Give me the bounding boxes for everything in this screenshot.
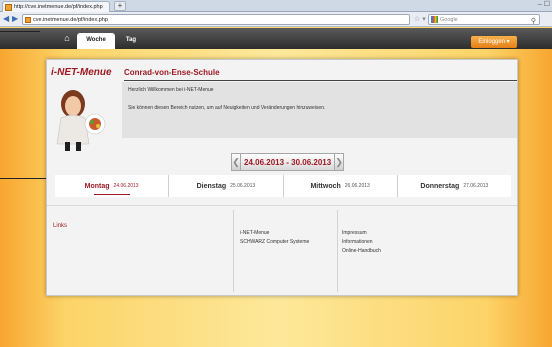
next-week-button[interactable]: ❯: [334, 153, 345, 171]
browser-tab-title: http://cve.inetmenue.de/pf/index.php: [14, 4, 103, 10]
search-placeholder: Google: [440, 16, 458, 23]
footer-link-informationen[interactable]: Informationen: [342, 238, 381, 247]
footer-column-divider: [337, 210, 338, 292]
footer-link-inetmenue[interactable]: i-NET-Menue: [240, 229, 309, 238]
prev-week-button[interactable]: ❮: [231, 153, 241, 171]
cook-avatar: [56, 90, 106, 151]
footer-link-handbuch[interactable]: Online-Handbuch: [342, 247, 381, 256]
day-date: 27.06.2013: [463, 183, 489, 189]
info-box: Herzlich Willkommen bei i-NET-Menue Sie …: [122, 82, 517, 138]
day-tabs: Montag 24.06.2013 Dienstag 25.06.2013 Mi…: [55, 175, 511, 197]
address-bar[interactable]: cve.inetmenue.de/pf/index.php: [22, 14, 410, 25]
day-tab-montag[interactable]: Montag 24.06.2013: [55, 175, 170, 197]
day-name: Montag: [84, 182, 110, 190]
magnifier-icon[interactable]: ⚲: [531, 17, 536, 25]
footer-links-column-1: i-NET-Menue SCHWARZ Computer Systeme: [240, 229, 309, 247]
window-controls[interactable]: – ☐: [538, 0, 550, 8]
info-text: Sie können diesen Bereich nutzen, um auf…: [128, 105, 326, 111]
day-tab-mittwoch[interactable]: Mittwoch 26.06.2013: [284, 175, 398, 197]
browser-tab[interactable]: http://cve.inetmenue.de/pf/index.php: [2, 1, 110, 12]
day-tab-donnerstag[interactable]: Donnerstag 27.06.2013: [398, 175, 511, 197]
links-heading: Links: [53, 223, 68, 229]
day-date: 26.06.2013: [344, 183, 370, 189]
day-date: 24.06.2013: [113, 183, 139, 189]
day-name: Donnerstag: [420, 182, 460, 190]
site-icon: [25, 16, 31, 23]
google-icon: [431, 16, 438, 23]
week-navigator: ❮ 24.06.2013 - 30.06.2013 ❯: [231, 153, 345, 171]
brand-title: i-NET-Menue: [51, 67, 112, 78]
new-tab-button[interactable]: +: [114, 1, 126, 11]
forward-icon[interactable]: ▶: [12, 14, 18, 23]
school-name: Conrad-von-Ense-Schule: [124, 68, 220, 77]
welcome-text: Herzlich Willkommen bei i-NET-Menue: [128, 87, 214, 93]
footer-link-impressum[interactable]: Impressum: [342, 229, 381, 238]
day-name: Dienstag: [196, 182, 227, 190]
day-tab-dienstag[interactable]: Dienstag 25.06.2013: [169, 175, 284, 197]
search-input[interactable]: Google ⚲: [428, 14, 540, 25]
content-panel: i-NET-Menue Conrad-von-Ense-Schule Herzl…: [46, 59, 518, 296]
day-date: 25.06.2013: [230, 183, 256, 189]
tab-woche[interactable]: Woche: [77, 33, 115, 49]
tab-tag[interactable]: Tag: [116, 33, 146, 47]
footer-links-column-2: Impressum Informationen Online-Handbuch: [342, 229, 381, 256]
login-button[interactable]: Einloggen ▾: [471, 36, 517, 48]
home-icon[interactable]: ⌂: [61, 30, 73, 47]
footer-link-schwarz[interactable]: SCHWARZ Computer Systeme: [240, 238, 309, 247]
browser-tab-bar: http://cve.inetmenue.de/pf/index.php + –…: [0, 0, 552, 12]
back-icon[interactable]: ◀: [3, 14, 9, 23]
annotation-line: [0, 31, 40, 32]
header-divider: [124, 80, 517, 81]
url-text: cve.inetmenue.de/pf/index.php: [33, 16, 108, 23]
week-range-label: 24.06.2013 - 30.06.2013: [241, 153, 335, 171]
favicon-icon: [5, 3, 12, 11]
browser-navigation-bar: ◀ ▶ cve.inetmenue.de/pf/index.php ☆ ▾ C …: [0, 12, 552, 27]
day-name: Mittwoch: [310, 182, 341, 190]
footer-column-divider: [233, 210, 234, 292]
footer-divider: [47, 205, 517, 206]
